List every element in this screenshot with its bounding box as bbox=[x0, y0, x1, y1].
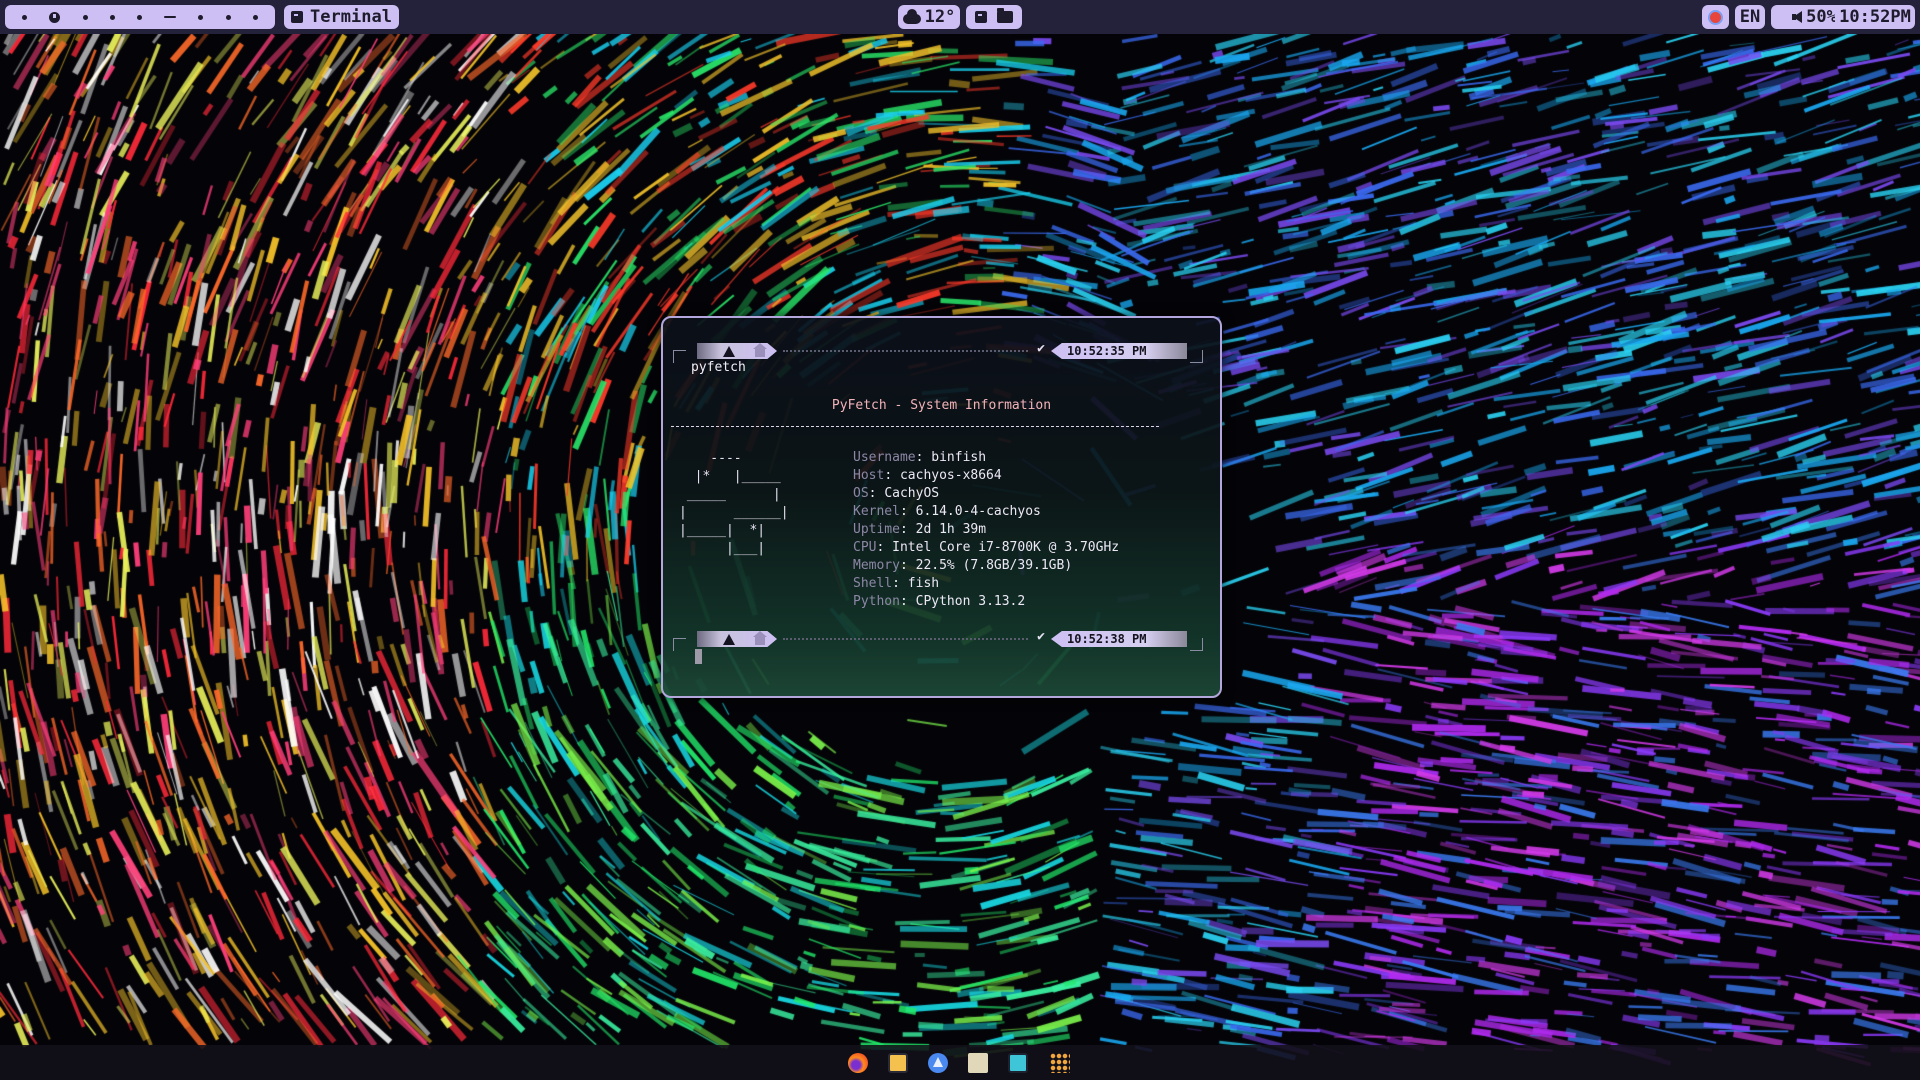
prompt-os-segment bbox=[697, 631, 777, 647]
dock bbox=[0, 1045, 1920, 1080]
info-memory: Memory: 22.5% (7.8GB/39.1GB) bbox=[853, 558, 1073, 573]
prompt-bracket-right bbox=[1190, 638, 1203, 651]
pyfetch-header: PyFetch - System Information bbox=[831, 398, 1052, 413]
pyfetch-separator bbox=[671, 426, 1159, 427]
prompt-time: 10:52:35 PM bbox=[1051, 343, 1187, 359]
text-editor-icon[interactable] bbox=[888, 1053, 908, 1073]
speaker-icon bbox=[1792, 11, 1803, 23]
ascii-logo: ---- |* |_____ _____ | | ______| |_____|… bbox=[679, 451, 789, 556]
prompt-filler bbox=[783, 638, 1028, 640]
info-os: OS: CachyOS bbox=[853, 486, 940, 501]
info-python: Python: CPython 3.13.2 bbox=[853, 594, 1026, 609]
workspace-7[interactable] bbox=[198, 14, 204, 20]
home-icon bbox=[753, 631, 767, 645]
workspace-8[interactable] bbox=[225, 14, 231, 20]
arch-installer-icon[interactable] bbox=[928, 1053, 948, 1073]
quick-launch bbox=[966, 5, 1022, 29]
command-text: pyfetch bbox=[691, 360, 746, 375]
top-bar: Terminal 12° EN 50% 10:52PM bbox=[0, 0, 1920, 34]
prompt-bracket bbox=[673, 638, 686, 651]
clock-widget[interactable]: 10:52PM bbox=[1835, 5, 1915, 29]
file-manager-icon[interactable] bbox=[968, 1053, 988, 1073]
clock-time: 10:52PM bbox=[1839, 7, 1911, 27]
folder-icon[interactable] bbox=[996, 8, 1013, 23]
arch-logo-icon bbox=[723, 345, 735, 357]
firefox-icon[interactable] bbox=[848, 1053, 868, 1073]
terminal-icon bbox=[291, 11, 304, 23]
workspace-switcher[interactable] bbox=[5, 5, 275, 29]
volume-level: 50% bbox=[1806, 7, 1837, 27]
active-window-title[interactable]: Terminal bbox=[284, 5, 399, 29]
workspace-9[interactable] bbox=[252, 14, 258, 20]
prompt-bracket bbox=[673, 350, 686, 363]
info-uptime: Uptime: 2d 1h 39m bbox=[853, 522, 987, 537]
arch-logo-icon bbox=[723, 633, 735, 645]
home-icon bbox=[753, 343, 767, 357]
prompt-line-2: ✔ 10:52:38 PM bbox=[673, 629, 1203, 651]
workspace-5[interactable] bbox=[136, 14, 142, 20]
terminal-launcher-icon[interactable] bbox=[975, 11, 988, 23]
prompt-bracket-right bbox=[1190, 350, 1203, 363]
terminal-icon[interactable] bbox=[1008, 1053, 1028, 1073]
status-check-icon: ✔ bbox=[1037, 629, 1045, 644]
workspace-4[interactable] bbox=[109, 14, 115, 20]
keyboard-layout-label: EN bbox=[1739, 7, 1761, 27]
system-info-list: Username: binfish Host: cachyos-x8664 OS… bbox=[853, 449, 1119, 611]
prompt-time: 10:52:38 PM bbox=[1051, 631, 1187, 647]
keyboard-layout[interactable]: EN bbox=[1735, 5, 1765, 29]
info-kernel: Kernel: 6.14.0-4-cachyos bbox=[853, 504, 1041, 519]
weather-widget[interactable]: 12° bbox=[898, 5, 960, 29]
system-tray[interactable] bbox=[1702, 5, 1729, 29]
active-window-label: Terminal bbox=[310, 7, 392, 27]
status-check-icon: ✔ bbox=[1037, 341, 1045, 356]
cloud-icon bbox=[902, 8, 921, 24]
text-cursor[interactable] bbox=[695, 649, 702, 664]
info-shell: Shell: fish bbox=[853, 576, 940, 591]
terminal-window[interactable]: ✔ 10:52:35 PM pyfetch PyFetch - System I… bbox=[661, 316, 1222, 698]
workspace-6[interactable] bbox=[164, 16, 177, 18]
prompt-filler bbox=[783, 350, 1028, 352]
app-grid-icon[interactable] bbox=[1050, 1053, 1070, 1073]
info-host: Host: cachyos-x8664 bbox=[853, 468, 1002, 483]
weather-temp: 12° bbox=[924, 7, 956, 27]
workspace-2-active[interactable] bbox=[49, 11, 61, 23]
tray-app-icon[interactable] bbox=[1708, 9, 1723, 25]
prompt-line-1: ✔ 10:52:35 PM bbox=[673, 341, 1203, 363]
prompt-os-segment bbox=[697, 343, 777, 359]
workspace-1[interactable] bbox=[22, 14, 28, 20]
info-cpu: CPU: Intel Core i7-8700K @ 3.70GHz bbox=[853, 540, 1120, 555]
workspace-3[interactable] bbox=[82, 14, 88, 20]
info-username: Username: binfish bbox=[853, 450, 987, 465]
